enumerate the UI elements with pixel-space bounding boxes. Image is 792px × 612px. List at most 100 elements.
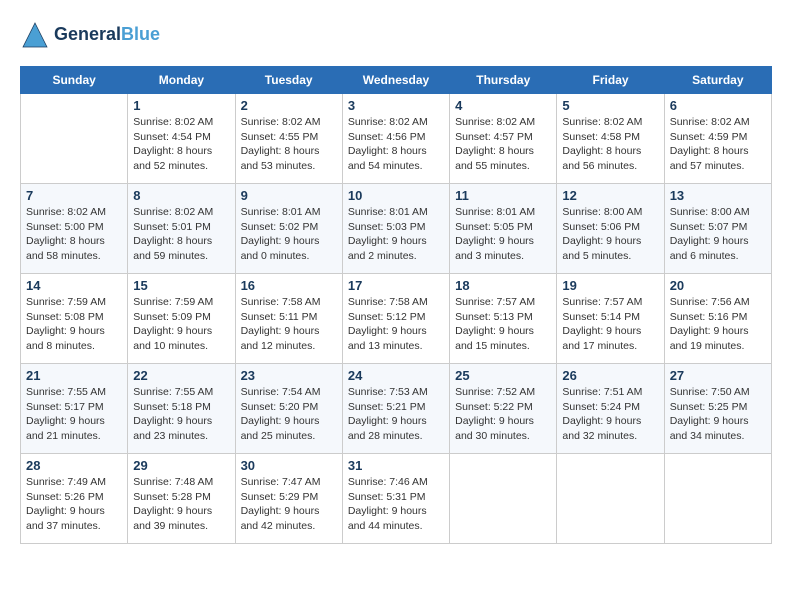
day-number: 20: [670, 278, 766, 293]
day-cell: 1 Sunrise: 8:02 AMSunset: 4:54 PMDaylight…: [128, 94, 235, 184]
day-number: 9: [241, 188, 337, 203]
day-info: Sunrise: 8:02 AMSunset: 4:54 PMDaylight:…: [133, 115, 229, 174]
day-cell: 7 Sunrise: 8:02 AMSunset: 5:00 PMDaylight…: [21, 184, 128, 274]
week-row-1: 1 Sunrise: 8:02 AMSunset: 4:54 PMDaylight…: [21, 94, 772, 184]
day-cell: 17 Sunrise: 7:58 AMSunset: 5:12 PMDayligh…: [342, 274, 449, 364]
calendar-header-row: SundayMondayTuesdayWednesdayThursdayFrid…: [21, 67, 772, 94]
week-row-4: 21 Sunrise: 7:55 AMSunset: 5:17 PMDayligh…: [21, 364, 772, 454]
header-friday: Friday: [557, 67, 664, 94]
day-info: Sunrise: 7:53 AMSunset: 5:21 PMDaylight:…: [348, 385, 444, 444]
day-info: Sunrise: 7:55 AMSunset: 5:18 PMDaylight:…: [133, 385, 229, 444]
week-row-2: 7 Sunrise: 8:02 AMSunset: 5:00 PMDaylight…: [21, 184, 772, 274]
day-cell: 13 Sunrise: 8:00 AMSunset: 5:07 PMDayligh…: [664, 184, 771, 274]
day-number: 17: [348, 278, 444, 293]
day-cell: 14 Sunrise: 7:59 AMSunset: 5:08 PMDayligh…: [21, 274, 128, 364]
day-info: Sunrise: 7:59 AMSunset: 5:08 PMDaylight:…: [26, 295, 122, 354]
day-cell: 23 Sunrise: 7:54 AMSunset: 5:20 PMDayligh…: [235, 364, 342, 454]
day-info: Sunrise: 8:01 AMSunset: 5:05 PMDaylight:…: [455, 205, 551, 264]
day-cell: 26 Sunrise: 7:51 AMSunset: 5:24 PMDayligh…: [557, 364, 664, 454]
day-info: Sunrise: 8:01 AMSunset: 5:03 PMDaylight:…: [348, 205, 444, 264]
logo-icon: [20, 20, 50, 50]
day-cell: 25Sunrise: 7:52 AMSunset: 5:22 PMDayligh…: [450, 364, 557, 454]
day-cell: 2Sunrise: 8:02 AMSunset: 4:55 PMDaylight…: [235, 94, 342, 184]
day-cell: 9 Sunrise: 8:01 AMSunset: 5:02 PMDaylight…: [235, 184, 342, 274]
logo: GeneralBlue: [20, 20, 160, 50]
day-cell: [557, 454, 664, 544]
day-info: Sunrise: 8:02 AMSunset: 4:59 PMDaylight:…: [670, 115, 766, 174]
day-info: Sunrise: 8:02 AMSunset: 5:01 PMDaylight:…: [133, 205, 229, 264]
day-info: Sunrise: 7:58 AMSunset: 5:11 PMDaylight:…: [241, 295, 337, 354]
calendar-table: SundayMondayTuesdayWednesdayThursdayFrid…: [20, 66, 772, 544]
day-cell: [450, 454, 557, 544]
day-cell: 21 Sunrise: 7:55 AMSunset: 5:17 PMDayligh…: [21, 364, 128, 454]
day-number: 19: [562, 278, 658, 293]
day-number: 11: [455, 188, 551, 203]
day-number: 18: [455, 278, 551, 293]
day-number: 24: [348, 368, 444, 383]
day-cell: 6 Sunrise: 8:02 AMSunset: 4:59 PMDaylight…: [664, 94, 771, 184]
day-info: Sunrise: 7:46 AMSunset: 5:31 PMDaylight:…: [348, 475, 444, 534]
day-number: 8: [133, 188, 229, 203]
day-cell: 18 Sunrise: 7:57 AMSunset: 5:13 PMDayligh…: [450, 274, 557, 364]
day-cell: 5Sunrise: 8:02 AMSunset: 4:58 PMDaylight…: [557, 94, 664, 184]
header-monday: Monday: [128, 67, 235, 94]
day-cell: 27 Sunrise: 7:50 AMSunset: 5:25 PMDayligh…: [664, 364, 771, 454]
day-cell: 15Sunrise: 7:59 AMSunset: 5:09 PMDayligh…: [128, 274, 235, 364]
day-cell: 10 Sunrise: 8:01 AMSunset: 5:03 PMDayligh…: [342, 184, 449, 274]
day-info: Sunrise: 8:00 AMSunset: 5:07 PMDaylight:…: [670, 205, 766, 264]
day-cell: [21, 94, 128, 184]
day-info: Sunrise: 7:50 AMSunset: 5:25 PMDaylight:…: [670, 385, 766, 444]
day-info: Sunrise: 7:56 AMSunset: 5:16 PMDaylight:…: [670, 295, 766, 354]
day-info: Sunrise: 7:58 AMSunset: 5:12 PMDaylight:…: [348, 295, 444, 354]
header-tuesday: Tuesday: [235, 67, 342, 94]
day-number: 5: [562, 98, 658, 113]
day-cell: [664, 454, 771, 544]
day-cell: 12Sunrise: 8:00 AMSunset: 5:06 PMDayligh…: [557, 184, 664, 274]
day-number: 4: [455, 98, 551, 113]
day-cell: 22Sunrise: 7:55 AMSunset: 5:18 PMDayligh…: [128, 364, 235, 454]
header-thursday: Thursday: [450, 67, 557, 94]
day-number: 31: [348, 458, 444, 473]
day-info: Sunrise: 8:01 AMSunset: 5:02 PMDaylight:…: [241, 205, 337, 264]
day-info: Sunrise: 7:48 AMSunset: 5:28 PMDaylight:…: [133, 475, 229, 534]
day-cell: 4 Sunrise: 8:02 AMSunset: 4:57 PMDaylight…: [450, 94, 557, 184]
day-info: Sunrise: 7:57 AMSunset: 5:13 PMDaylight:…: [455, 295, 551, 354]
day-cell: 11 Sunrise: 8:01 AMSunset: 5:05 PMDayligh…: [450, 184, 557, 274]
day-number: 30: [241, 458, 337, 473]
day-number: 15: [133, 278, 229, 293]
day-info: Sunrise: 8:02 AMSunset: 5:00 PMDaylight:…: [26, 205, 122, 264]
day-number: 6: [670, 98, 766, 113]
day-number: 29: [133, 458, 229, 473]
day-cell: 24 Sunrise: 7:53 AMSunset: 5:21 PMDayligh…: [342, 364, 449, 454]
day-number: 26: [562, 368, 658, 383]
day-info: Sunrise: 7:55 AMSunset: 5:17 PMDaylight:…: [26, 385, 122, 444]
logo-text: GeneralBlue: [54, 25, 160, 45]
day-info: Sunrise: 7:49 AMSunset: 5:26 PMDaylight:…: [26, 475, 122, 534]
day-number: 16: [241, 278, 337, 293]
day-number: 28: [26, 458, 122, 473]
day-number: 13: [670, 188, 766, 203]
day-cell: 3 Sunrise: 8:02 AMSunset: 4:56 PMDaylight…: [342, 94, 449, 184]
day-cell: 20 Sunrise: 7:56 AMSunset: 5:16 PMDayligh…: [664, 274, 771, 364]
day-info: Sunrise: 8:02 AMSunset: 4:56 PMDaylight:…: [348, 115, 444, 174]
day-info: Sunrise: 7:51 AMSunset: 5:24 PMDaylight:…: [562, 385, 658, 444]
day-cell: 8 Sunrise: 8:02 AMSunset: 5:01 PMDaylight…: [128, 184, 235, 274]
day-number: 21: [26, 368, 122, 383]
week-row-3: 14 Sunrise: 7:59 AMSunset: 5:08 PMDayligh…: [21, 274, 772, 364]
day-number: 7: [26, 188, 122, 203]
week-row-5: 28 Sunrise: 7:49 AMSunset: 5:26 PMDayligh…: [21, 454, 772, 544]
day-number: 27: [670, 368, 766, 383]
day-cell: 30Sunrise: 7:47 AMSunset: 5:29 PMDayligh…: [235, 454, 342, 544]
day-info: Sunrise: 7:54 AMSunset: 5:20 PMDaylight:…: [241, 385, 337, 444]
day-number: 10: [348, 188, 444, 203]
day-number: 14: [26, 278, 122, 293]
day-cell: 29 Sunrise: 7:48 AMSunset: 5:28 PMDayligh…: [128, 454, 235, 544]
header-wednesday: Wednesday: [342, 67, 449, 94]
day-number: 1: [133, 98, 229, 113]
day-number: 3: [348, 98, 444, 113]
day-number: 23: [241, 368, 337, 383]
day-info: Sunrise: 8:02 AMSunset: 4:57 PMDaylight:…: [455, 115, 551, 174]
day-info: Sunrise: 8:00 AMSunset: 5:06 PMDaylight:…: [562, 205, 658, 264]
day-cell: 16 Sunrise: 7:58 AMSunset: 5:11 PMDayligh…: [235, 274, 342, 364]
header-saturday: Saturday: [664, 67, 771, 94]
